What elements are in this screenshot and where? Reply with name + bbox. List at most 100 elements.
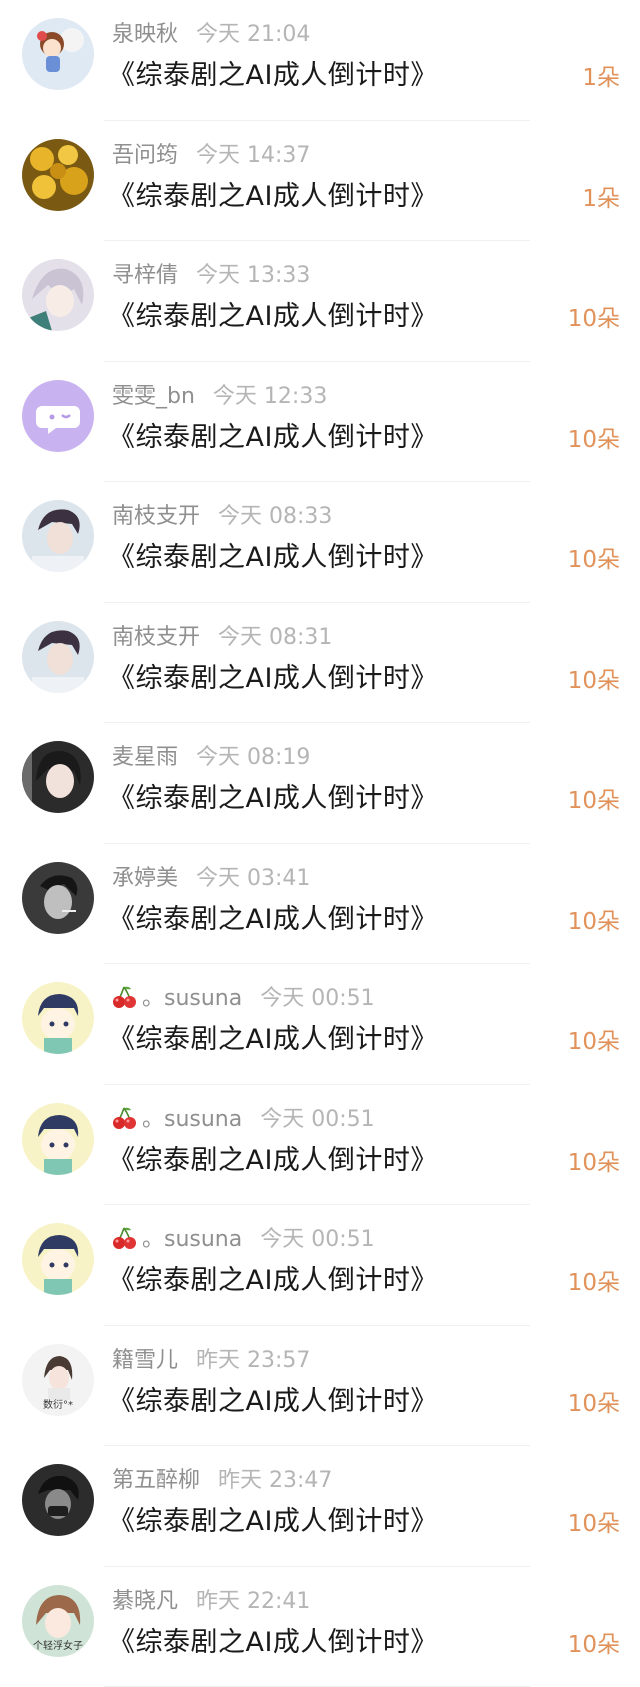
user-name[interactable]: 。susuna — [142, 1107, 242, 1132]
book-title[interactable]: 《综泰剧之AI成人倒计时》 — [108, 1623, 438, 1663]
list-item[interactable]: 承婷美今天 03:41 《综泰剧之AI成人倒计时》 10朵 — [0, 844, 640, 965]
book-title[interactable]: 《综泰剧之AI成人倒计时》 — [108, 538, 438, 578]
item-meta: 。susuna今天 00:51 — [112, 982, 375, 1020]
item-meta: 承婷美今天 03:41 — [112, 862, 310, 896]
list-item[interactable]: 第五醉柳昨天 23:47 《综泰剧之AI成人倒计时》 10朵 — [0, 1446, 640, 1567]
flower-count: 10朵 — [568, 1627, 620, 1663]
user-name[interactable]: 。susuna — [142, 986, 242, 1011]
avatar[interactable]: 数衍°* — [22, 1344, 94, 1416]
user-name[interactable]: 麦星雨 — [112, 745, 178, 770]
book-title[interactable]: 《综泰剧之AI成人倒计时》 — [108, 1261, 438, 1301]
flower-count: 1朵 — [582, 60, 620, 96]
item-meta: 。susuna 今天 00:51 — [112, 1223, 375, 1261]
list-item[interactable]: 泉映秋今天 21:04 《综泰剧之AI成人倒计时》 1朵 — [0, 0, 640, 121]
book-title[interactable]: 《综泰剧之AI成人倒计时》 — [108, 297, 438, 337]
flower-count: 10朵 — [568, 783, 620, 819]
svg-text:个轻浮女子: 个轻浮女子 — [33, 1639, 83, 1652]
item-meta: 麦星雨今天 08:19 — [112, 741, 310, 775]
flower-count: 10朵 — [568, 542, 620, 578]
item-meta: 南枝支开今天 08:33 — [112, 500, 332, 534]
list-item[interactable]: 个轻浮女子 綦晓凡昨天 22:41 《综泰剧之AI成人倒计时》 10朵 — [0, 1567, 640, 1687]
avatar[interactable]: 个轻浮女子 — [22, 1585, 94, 1657]
flower-count: 10朵 — [568, 1265, 620, 1301]
timestamp: 昨天 22:41 — [196, 1589, 310, 1614]
flower-count: 1朵 — [582, 181, 620, 217]
user-name[interactable]: 南枝支开 — [112, 625, 200, 650]
cherry-icon — [112, 1106, 138, 1141]
timestamp: 今天 08:19 — [196, 745, 310, 770]
book-title[interactable]: 《综泰剧之AI成人倒计时》 — [108, 659, 438, 699]
book-title[interactable]: 《综泰剧之AI成人倒计时》 — [108, 177, 438, 217]
list-item[interactable]: 南枝支开今天 08:33 《综泰剧之AI成人倒计时》 10朵 — [0, 482, 640, 603]
book-title[interactable]: 《综泰剧之AI成人倒计时》 — [108, 1382, 438, 1422]
timestamp: 今天 08:33 — [218, 504, 332, 529]
book-title[interactable]: 《综泰剧之AI成人倒计时》 — [108, 418, 438, 458]
avatar[interactable] — [22, 380, 94, 452]
avatar[interactable] — [22, 862, 94, 934]
item-meta: 。susuna 今天 00:51 — [112, 1103, 375, 1141]
item-meta: 第五醉柳昨天 23:47 — [112, 1464, 332, 1498]
user-name[interactable]: 寻梓倩 — [112, 263, 178, 288]
book-title[interactable]: 《综泰剧之AI成人倒计时》 — [108, 900, 438, 940]
avatar[interactable] — [22, 139, 94, 211]
avatar[interactable] — [22, 1464, 94, 1536]
cherry-icon — [112, 985, 138, 1020]
item-meta: 寻梓倩今天 13:33 — [112, 259, 310, 293]
user-name[interactable]: 泉映秋 — [112, 22, 178, 47]
list-item[interactable]: 数衍°* 籍雪儿昨天 23:57 《综泰剧之AI成人倒计时》 10朵 — [0, 1326, 640, 1447]
user-name[interactable]: 第五醉柳 — [112, 1468, 200, 1493]
timestamp: 今天 03:41 — [196, 866, 310, 891]
user-name[interactable]: 南枝支开 — [112, 504, 200, 529]
user-name[interactable]: 。susuna — [142, 1227, 242, 1252]
list-item[interactable]: 南枝支开今天 08:31 《综泰剧之AI成人倒计时》 10朵 — [0, 603, 640, 724]
flower-count: 10朵 — [568, 422, 620, 458]
book-title[interactable]: 《综泰剧之AI成人倒计时》 — [108, 1141, 438, 1181]
timestamp: 今天 21:04 — [196, 22, 310, 47]
timestamp: 今天 00:51 — [260, 1107, 374, 1132]
timestamp: 今天 12:33 — [213, 384, 327, 409]
avatar[interactable] — [22, 500, 94, 572]
timestamp: 昨天 23:47 — [218, 1468, 332, 1493]
user-name[interactable]: 承婷美 — [112, 866, 178, 891]
avatar[interactable] — [22, 18, 94, 90]
avatar[interactable] — [22, 621, 94, 693]
list-item[interactable]: 。susuna 今天 00:51 《综泰剧之AI成人倒计时》 10朵 — [0, 1205, 640, 1326]
cherry-icon — [112, 1226, 138, 1261]
list-item[interactable]: 雯雯_bn 今天 12:33 《综泰剧之AI成人倒计时》 10朵 — [0, 362, 640, 483]
item-meta: 雯雯_bn 今天 12:33 — [112, 380, 327, 414]
item-meta: 南枝支开今天 08:31 — [112, 621, 332, 655]
flower-count: 10朵 — [568, 1024, 620, 1060]
timestamp: 今天 08:31 — [218, 625, 332, 650]
avatar[interactable] — [22, 1223, 94, 1295]
avatar[interactable] — [22, 982, 94, 1054]
book-title[interactable]: 《综泰剧之AI成人倒计时》 — [108, 1502, 438, 1542]
list-item[interactable]: 寻梓倩今天 13:33 《综泰剧之AI成人倒计时》 10朵 — [0, 241, 640, 362]
item-meta: 泉映秋今天 21:04 — [112, 18, 310, 52]
list-item[interactable]: 。susuna今天 00:51《综泰剧之AI成人倒计时》 10朵 — [0, 964, 640, 1085]
flower-count: 10朵 — [568, 904, 620, 940]
item-meta: 綦晓凡昨天 22:41 — [112, 1585, 310, 1619]
timestamp: 今天 13:33 — [196, 263, 310, 288]
flower-count: 10朵 — [568, 1145, 620, 1181]
flower-count: 10朵 — [568, 1506, 620, 1542]
flower-count: 10朵 — [568, 1386, 620, 1422]
user-name[interactable]: 綦晓凡 — [112, 1589, 178, 1614]
avatar[interactable] — [22, 741, 94, 813]
user-name[interactable]: 籍雪儿 — [112, 1348, 178, 1373]
avatar[interactable] — [22, 259, 94, 331]
avatar[interactable] — [22, 1103, 94, 1175]
item-meta: 籍雪儿昨天 23:57 — [112, 1344, 310, 1378]
flower-count: 10朵 — [568, 301, 620, 337]
list-item[interactable]: 吾问筠今天 14:37《综泰剧之AI成人倒计时》1朵 — [0, 121, 640, 242]
book-title[interactable]: 《综泰剧之AI成人倒计时》 — [108, 56, 438, 96]
list-item[interactable]: 。susuna 今天 00:51 《综泰剧之AI成人倒计时》 10朵 — [0, 1085, 640, 1206]
timestamp: 今天 00:51 — [260, 1227, 374, 1252]
timestamp: 昨天 23:57 — [196, 1348, 310, 1373]
book-title[interactable]: 《综泰剧之AI成人倒计时》 — [108, 1020, 438, 1060]
flower-count: 10朵 — [568, 663, 620, 699]
book-title[interactable]: 《综泰剧之AI成人倒计时》 — [108, 779, 438, 819]
list-item[interactable]: 麦星雨今天 08:19 《综泰剧之AI成人倒计时》 10朵 — [0, 723, 640, 844]
user-name[interactable]: 雯雯_bn — [112, 384, 195, 409]
svg-text:数衍°*: 数衍°* — [43, 1398, 73, 1411]
user-name[interactable]: 吾问筠 — [112, 143, 178, 168]
